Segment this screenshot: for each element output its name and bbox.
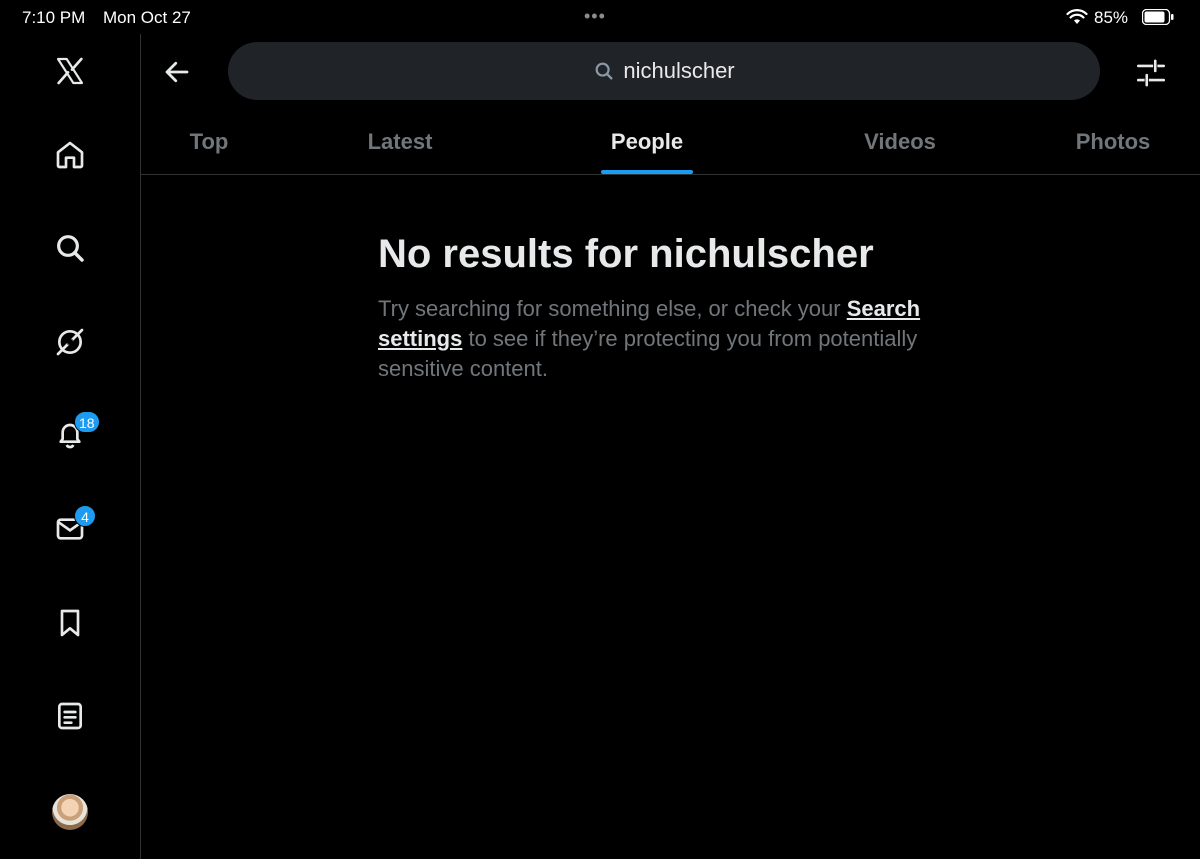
lists-icon bbox=[58, 702, 82, 730]
search-tabs: Top Latest People Videos Photos bbox=[141, 110, 1200, 175]
battery-icon bbox=[1142, 9, 1174, 25]
search-icon bbox=[57, 235, 84, 262]
sidebar-item-notifications[interactable]: 18 bbox=[40, 405, 100, 465]
search-icon bbox=[595, 62, 613, 80]
avatar[interactable] bbox=[52, 794, 88, 830]
tab-label: Latest bbox=[367, 129, 433, 154]
sidebar-item-home[interactable] bbox=[40, 125, 100, 185]
arrow-left-icon bbox=[165, 61, 189, 83]
grok-icon bbox=[56, 328, 84, 356]
messages-badge: 4 bbox=[74, 505, 96, 527]
tab-label: People bbox=[610, 129, 684, 154]
back-button[interactable] bbox=[159, 54, 195, 90]
sidebar-item-messages[interactable]: 4 bbox=[40, 499, 100, 559]
home-icon bbox=[56, 141, 84, 169]
wifi-icon bbox=[1066, 9, 1088, 24]
sidebar-item-grok[interactable] bbox=[40, 312, 100, 372]
status-date: Mon Oct 27 bbox=[103, 8, 191, 27]
tab-label: Top bbox=[189, 129, 229, 154]
x-logo-icon bbox=[56, 57, 84, 85]
active-tab-indicator bbox=[601, 170, 693, 174]
sidebar-item-bookmarks[interactable] bbox=[40, 593, 100, 653]
search-query: nichulscher bbox=[623, 58, 735, 83]
battery-percent: 85% bbox=[1094, 8, 1129, 27]
bookmark-icon bbox=[60, 609, 80, 637]
empty-state: No results for nichulscher Try searching… bbox=[378, 230, 978, 384]
sidebar: 18 4 bbox=[0, 34, 141, 859]
search-input[interactable]: nichulscher bbox=[228, 42, 1100, 100]
status-bar: 7:10 PM Mon Oct 27 ••• 85% bbox=[0, 0, 1200, 34]
sidebar-item-explore[interactable] bbox=[40, 218, 100, 278]
tab-label: Videos bbox=[864, 129, 936, 154]
message-text: Try searching for something else, or che… bbox=[378, 296, 847, 321]
search-header: nichulscher bbox=[141, 34, 1200, 110]
empty-state-message: Try searching for something else, or che… bbox=[378, 294, 978, 384]
tab-people[interactable]: People bbox=[601, 110, 693, 174]
tab-photos[interactable]: Photos bbox=[1061, 110, 1165, 174]
tab-top[interactable]: Top bbox=[171, 110, 247, 174]
status-time: 7:10 PM bbox=[22, 8, 86, 27]
empty-state-title: No results for nichulscher bbox=[378, 232, 874, 276]
sidebar-item-lists[interactable] bbox=[40, 686, 100, 746]
sidebar-item-x-logo[interactable] bbox=[40, 41, 100, 101]
multitasking-dots-icon[interactable]: ••• bbox=[584, 6, 606, 27]
tab-label: Photos bbox=[1075, 129, 1151, 154]
sliders-icon bbox=[1136, 59, 1166, 87]
tab-latest[interactable]: Latest bbox=[345, 110, 455, 174]
search-filters-button[interactable] bbox=[1134, 56, 1168, 90]
notifications-badge: 18 bbox=[74, 411, 100, 433]
tab-videos[interactable]: Videos bbox=[847, 110, 953, 174]
